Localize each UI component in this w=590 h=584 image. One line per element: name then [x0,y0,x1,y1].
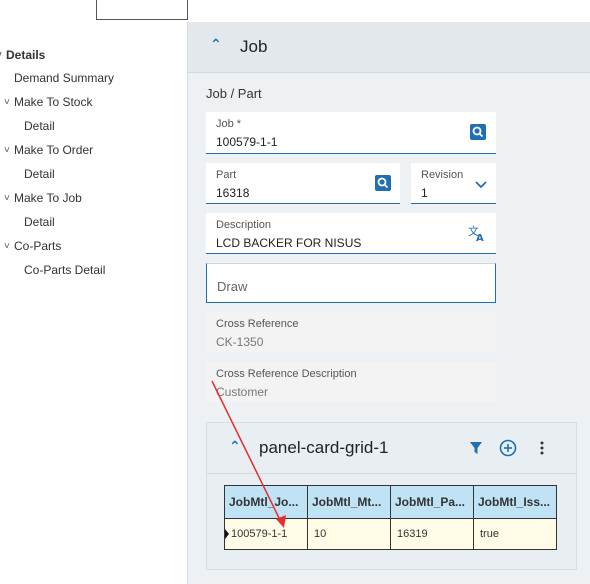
row-indicator-icon [225,529,229,539]
tree-item-make-to-job[interactable]: ˅ Make To Job [4,191,82,205]
cell-text: 100579-1-1 [231,528,288,540]
cross-reference-field: Cross Reference CK-1350 [206,312,496,352]
tree-item-label: Make To Job [14,191,82,205]
tree-item-co-parts[interactable]: ˅ Co-Parts [4,239,61,253]
part-value: 16318 [216,186,250,200]
cross-reference-description-field: Cross Reference Description Customer [206,362,496,402]
cross-reference-value: CK-1350 [216,335,264,349]
chevron-down-icon: ˅ [4,144,10,156]
job-value: 100579-1-1 [216,135,278,149]
tree-item-stock-detail[interactable]: Detail [24,119,55,133]
description-value: LCD BACKER FOR NISUS [216,236,362,250]
grid-header-row: JobMtl_Jo... JobMtl_Mt... JobMtl_Pa... J… [224,485,557,519]
top-input-box[interactable] [96,0,188,20]
tree-item-label: Make To Order [14,143,94,157]
chevron-down-icon: ˅ [4,240,10,252]
revision-value: 1 [421,186,428,200]
grid-card: ⌃ panel-card-grid-1 JobMtl_Jo... JobMtl_… [206,422,577,570]
tree-item-label: Detail [24,215,55,229]
tree-item-order-detail[interactable]: Detail [24,167,55,181]
part-field[interactable]: Part 16318 [206,163,400,204]
svg-text:A: A [476,233,484,242]
grid-card-title: panel-card-grid-1 [259,438,389,457]
job-label: Job * [216,118,242,130]
cross-reference-label: Cross Reference [216,318,299,330]
cross-reference-description-value: Customer [216,385,269,399]
column-header[interactable]: JobMtl_Mt... [307,485,391,519]
draw-placeholder: Draw [217,279,248,294]
job-panel: ⌃ Job Job / Part Job * 100579-1-1 Part 1… [187,22,590,584]
job-field[interactable]: Job * 100579-1-1 [206,112,496,154]
tree-item-co-parts-detail[interactable]: Co-Parts Detail [24,263,105,277]
filter-icon[interactable] [469,441,483,455]
description-label: Description [216,219,272,231]
tree-item-make-to-order[interactable]: ˅ Make To Order [4,143,93,157]
cross-reference-description-label: Cross Reference Description [216,368,357,380]
column-header[interactable]: JobMtl_Iss... [473,485,557,519]
add-icon[interactable] [499,439,517,457]
panel-title: Job [240,37,268,56]
table-row[interactable]: 100579-1-1 10 16319 true [224,518,557,550]
tree-item-details[interactable]: ˅Details [0,48,45,62]
grid-card-header[interactable]: ⌃ panel-card-grid-1 [207,423,576,474]
tree-item-job-detail[interactable]: Detail [24,215,55,229]
translate-icon[interactable]: 文 A [468,224,486,242]
tree-item-label: Details [6,48,46,62]
revision-label: Revision [421,169,464,181]
tree-item-label: Co-Parts [14,239,62,253]
chevron-down-icon: ˅ [4,96,10,108]
chevron-up-icon[interactable]: ⌃ [210,36,222,53]
part-label: Part [216,169,237,181]
section-label: Job / Part [206,86,262,101]
description-field[interactable]: Description LCD BACKER FOR NISUS 文 A [206,213,496,254]
tree-item-demand-summary[interactable]: Demand Summary [14,71,114,85]
tree-item-label: Make To Stock [14,95,93,109]
column-header[interactable]: JobMtl_Jo... [224,485,308,519]
table-cell[interactable]: 100579-1-1 [224,518,308,550]
table-cell[interactable]: true [473,518,557,550]
tree-item-label: Co-Parts Detail [24,263,106,277]
table-cell[interactable]: 16319 [390,518,474,550]
data-grid: JobMtl_Jo... JobMtl_Mt... JobMtl_Pa... J… [224,485,557,550]
job-panel-header[interactable]: ⌃ Job [188,22,590,73]
search-icon[interactable] [375,175,391,191]
table-cell[interactable]: 10 [307,518,391,550]
draw-field[interactable]: Draw [206,263,496,303]
tree-item-label: Detail [24,119,55,133]
more-options-icon[interactable] [539,441,545,455]
tree-item-label: Demand Summary [14,71,115,85]
search-icon[interactable] [470,124,486,140]
revision-field[interactable]: Revision 1 [411,163,496,204]
column-header[interactable]: JobMtl_Pa... [390,485,474,519]
chevron-down-icon[interactable] [473,176,489,192]
tree-item-make-to-stock[interactable]: ˅ Make To Stock [4,95,92,109]
tree-item-label: Detail [24,167,55,181]
chevron-up-icon[interactable]: ⌃ [229,438,241,455]
chevron-down-icon: ˅ [4,192,10,204]
